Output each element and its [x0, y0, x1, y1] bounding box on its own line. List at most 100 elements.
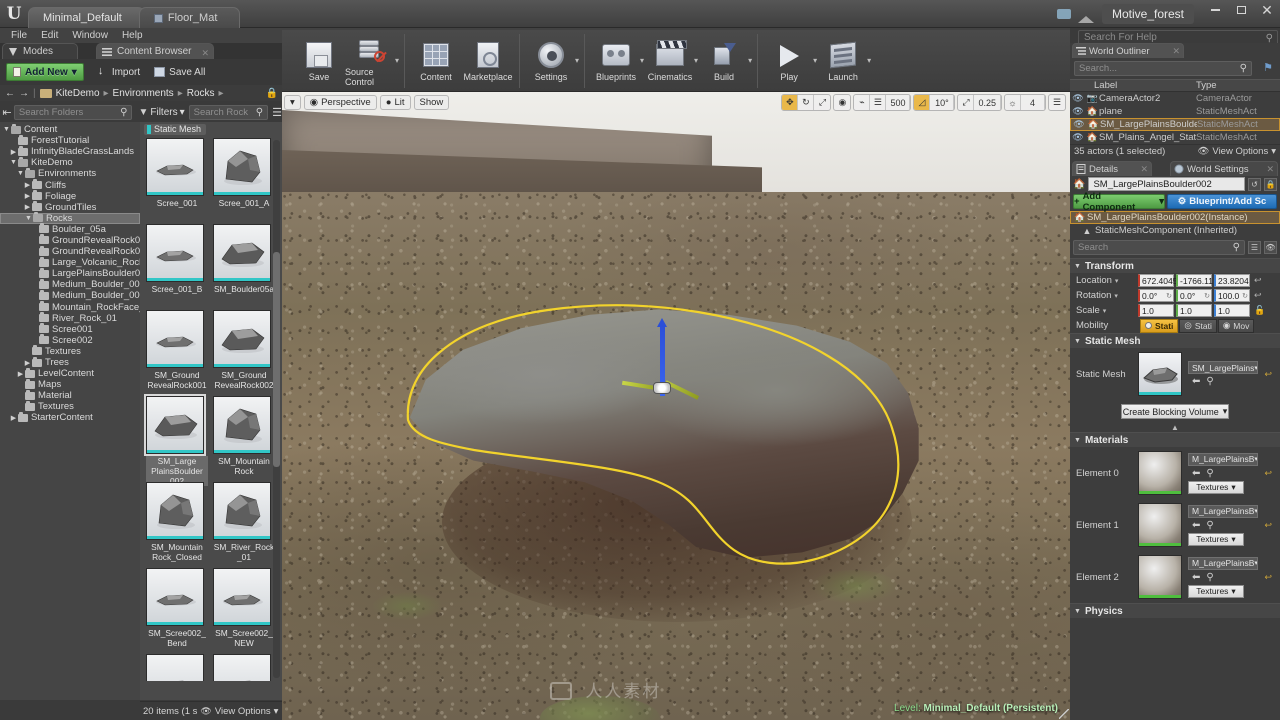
folder-tree-item[interactable]: Scree002 [0, 334, 140, 346]
menu-edit[interactable]: Edit [34, 28, 65, 43]
asset-grid-scrollbar-thumb[interactable] [273, 252, 280, 467]
maximize-viewport-icon[interactable]: ☰ [1049, 95, 1065, 110]
asset-tile[interactable]: Scree_001_A [213, 138, 275, 208]
viewport-viewmode-button[interactable]: ● Lit [379, 94, 411, 110]
folder-tree-item[interactable]: ▼ Rocks [0, 212, 140, 224]
close-icon[interactable]: ✕ [1172, 44, 1180, 59]
component-row-instance[interactable]: 🏠 SM_LargePlainsBoulder002(Instance) [1070, 211, 1280, 224]
blueprint-add-script-button[interactable]: ⚙ Blueprint/Add Sc [1167, 194, 1277, 209]
material-thumbnail[interactable] [1138, 555, 1182, 599]
outliner-row[interactable]: 👁🏠SM_Plains_Angel_Statue_0StaticMeshAct [1070, 131, 1280, 144]
close-icon[interactable]: ✕ [1266, 162, 1274, 177]
asset-tile[interactable]: SM_Mountain Rock [213, 396, 275, 476]
visibility-eye-icon[interactable]: 👁 [1070, 132, 1086, 143]
folder-tree-item[interactable]: LargePlainsBoulder002 [0, 267, 140, 279]
surface-snap-icon[interactable]: ⌁ [854, 95, 871, 110]
chevron-right-icon[interactable]: ▶ [23, 181, 32, 189]
asset-thumbnail[interactable] [146, 482, 204, 540]
materials-section-header[interactable]: ▼ Materials [1070, 433, 1280, 447]
outliner-list[interactable]: 👁 📷 CameraActor2 CameraActor 👁 🏠 plane StaticMe… [1070, 92, 1280, 144]
asset-type-filter-chip[interactable]: Static Mesh [144, 124, 207, 135]
asset-tile[interactable]: SM_Scree002_ Bend [146, 568, 208, 648]
breadcrumb-environments[interactable]: Environments [113, 88, 174, 99]
chevron-down-icon[interactable]: ▼ [16, 170, 25, 177]
chevron-down-icon[interactable]: ▼ [9, 159, 18, 166]
transform-gizmo[interactable] [621, 318, 702, 434]
folder-tree-item[interactable]: Medium_Boulder_001 [0, 278, 140, 290]
location-z-input[interactable]: 23.8204 [1214, 274, 1250, 287]
spinner-icon[interactable]: ↻ [1204, 292, 1210, 300]
chevron-right-icon[interactable]: ▶ [23, 203, 32, 211]
folder-tree-item[interactable]: ▼ KiteDemo [0, 156, 140, 168]
close-icon[interactable]: ✕ [1140, 162, 1148, 177]
asset-tile[interactable]: SM_Boulder05a [213, 224, 275, 294]
actor-name-input[interactable]: SM_LargePlainsBoulder002 [1088, 177, 1245, 191]
location-reset-icon[interactable]: ↩ [1254, 275, 1262, 286]
asset-tile[interactable]: SM_River_Rock _01 [213, 482, 275, 562]
folder-tree[interactable]: ▼ Content ForestTutorial ▶ InfinityBladeGras… [0, 122, 140, 700]
create-blocking-volume-button[interactable]: Create Blocking Volume ▾ [1121, 404, 1229, 419]
save-all-button[interactable]: Save All [154, 67, 205, 78]
toolbar-settings-button[interactable]: Settings [525, 40, 577, 82]
textures-button[interactable]: Textures ▾ [1188, 480, 1244, 494]
folder-tree-item[interactable]: Textures [0, 400, 140, 412]
asset-thumbnail[interactable] [213, 310, 271, 368]
tab-modes[interactable]: Modes [2, 43, 78, 59]
folder-tree-item[interactable]: ▶ Foliage [0, 190, 140, 202]
folder-tree-item[interactable]: Large_Volcanic_Rock_ [0, 256, 140, 268]
folder-tree-item[interactable]: Scree001 [0, 323, 140, 335]
menu-help[interactable]: Help [115, 28, 150, 43]
spinner-icon[interactable]: ↻ [1242, 292, 1248, 300]
asset-tile[interactable] [213, 654, 275, 681]
material-asset-picker[interactable]: M_LargePlainsB ▾ [1188, 452, 1258, 466]
chevron-right-icon[interactable]: ▶ [16, 370, 25, 378]
textures-button[interactable]: Textures ▾ [1188, 584, 1244, 598]
mobility-movable-button[interactable]: ◉ Mov [1217, 318, 1255, 333]
viewport-resize-handle[interactable] [1059, 709, 1069, 719]
folder-tree-item[interactable]: ▼ Content [0, 123, 140, 135]
static-mesh-reset-icon[interactable]: ↩ [1264, 369, 1272, 380]
static-mesh-section-header[interactable]: ▼ Static Mesh [1070, 334, 1280, 348]
mobility-stationary-button[interactable]: ◎ Stati [1179, 318, 1217, 333]
visibility-eye-icon[interactable]: 👁 [1071, 119, 1087, 130]
details-display-options-icon[interactable]: ☰ [1248, 241, 1261, 254]
chevron-right-icon[interactable]: ▶ [23, 359, 32, 367]
rotation-y-input[interactable]: 0.0° ↻ [1176, 289, 1212, 302]
folder-tree-item[interactable]: Material [0, 389, 140, 401]
outliner-filter-icon[interactable]: ⚑ [1263, 61, 1273, 74]
chevron-down-icon[interactable]: ▾ [748, 56, 752, 65]
document-tab-minimal-default[interactable]: Minimal_Default [28, 7, 145, 28]
asset-thumbnail[interactable] [146, 568, 204, 626]
camera-speed-value[interactable]: 4 [1021, 95, 1045, 110]
menu-window[interactable]: Window [65, 28, 115, 43]
feedback-icon[interactable] [1054, 4, 1074, 24]
asset-tile[interactable] [146, 654, 208, 681]
static-mesh-asset-picker[interactable]: SM_LargePlains ▾ [1188, 361, 1258, 374]
asset-thumbnail[interactable] [146, 654, 204, 681]
folder-tree-item[interactable]: ▼ Environments [0, 167, 140, 179]
column-type[interactable]: Type [1196, 80, 1280, 91]
scale-label-group[interactable]: Scale ▾ [1076, 305, 1138, 316]
learn-cap-icon[interactable] [1077, 4, 1098, 24]
reset-name-button[interactable]: ↺ [1248, 177, 1261, 191]
folder-tree-item[interactable]: ForestTutorial [0, 134, 140, 146]
asset-thumbnail[interactable] [213, 568, 271, 626]
rotate-gizmo-icon[interactable]: ↻ [798, 95, 815, 110]
use-selected-asset-icon[interactable]: ⬅ [1192, 520, 1200, 531]
lock-icon[interactable]: 🔒 [266, 88, 278, 99]
breadcrumb-rocks[interactable]: Rocks [187, 88, 215, 99]
asset-tile[interactable]: SM_Ground RevealRock002 [213, 310, 275, 390]
add-new-button[interactable]: Add New ▾ [6, 63, 84, 81]
asset-thumbnail[interactable] [144, 394, 206, 456]
mobility-static-button[interactable]: Stati [1140, 318, 1179, 333]
chevron-down-icon[interactable]: ▾ [395, 56, 399, 65]
asset-thumbnail[interactable] [146, 224, 204, 282]
folder-tree-item[interactable]: ▶ StarterContent [0, 411, 140, 423]
asset-tile[interactable]: Scree_001 [146, 138, 208, 208]
location-y-input[interactable]: -1766.11 [1176, 274, 1213, 287]
asset-thumbnail[interactable] [146, 138, 204, 196]
list-options-icon[interactable]: ☰ [272, 106, 282, 119]
scale-snap-icon[interactable]: ⤢ [958, 95, 975, 110]
maximize-button[interactable] [1228, 0, 1254, 20]
folder-tree-item[interactable]: ▶ GroundTiles [0, 201, 140, 213]
